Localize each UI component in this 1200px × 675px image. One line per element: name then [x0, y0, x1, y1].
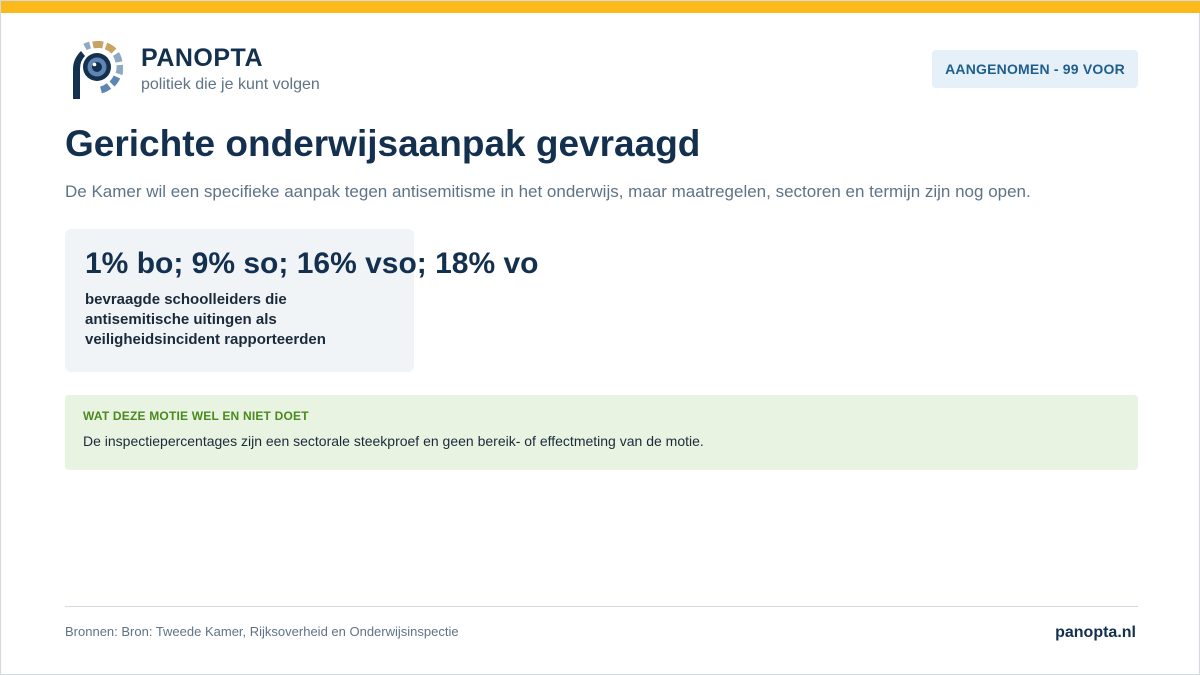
site-link[interactable]: panopta.nl — [1055, 624, 1136, 642]
status-badge: AANGENOMEN - 99 VOOR — [932, 50, 1138, 88]
accent-bar — [1, 1, 1200, 13]
note-body: De inspectiepercentages zijn een sectora… — [83, 433, 704, 449]
share-card: PANOPTA politiek die je kunt volgen AANG… — [0, 0, 1200, 675]
page-title: Gerichte onderwijsaanpak gevraagd — [65, 123, 701, 164]
sources-text: Bronnen: Bron: Tweede Kamer, Rijksoverhe… — [65, 624, 459, 639]
stat-value: 1% bo; 9% so; 16% vso; 18% vo — [85, 247, 539, 280]
panopta-eye-logo-icon — [73, 41, 123, 99]
brand-name: PANOPTA — [141, 44, 264, 72]
stat-label: bevraagde schoolleiders die antisemitisc… — [85, 291, 326, 348]
footer-divider — [65, 606, 1138, 607]
page-subtitle: De Kamer wil een specifieke aanpak tegen… — [65, 182, 1031, 201]
note-heading: WAT DEZE MOTIE WEL EN NIET DOET — [83, 409, 309, 423]
brand-tagline: politiek die je kunt volgen — [141, 76, 320, 93]
